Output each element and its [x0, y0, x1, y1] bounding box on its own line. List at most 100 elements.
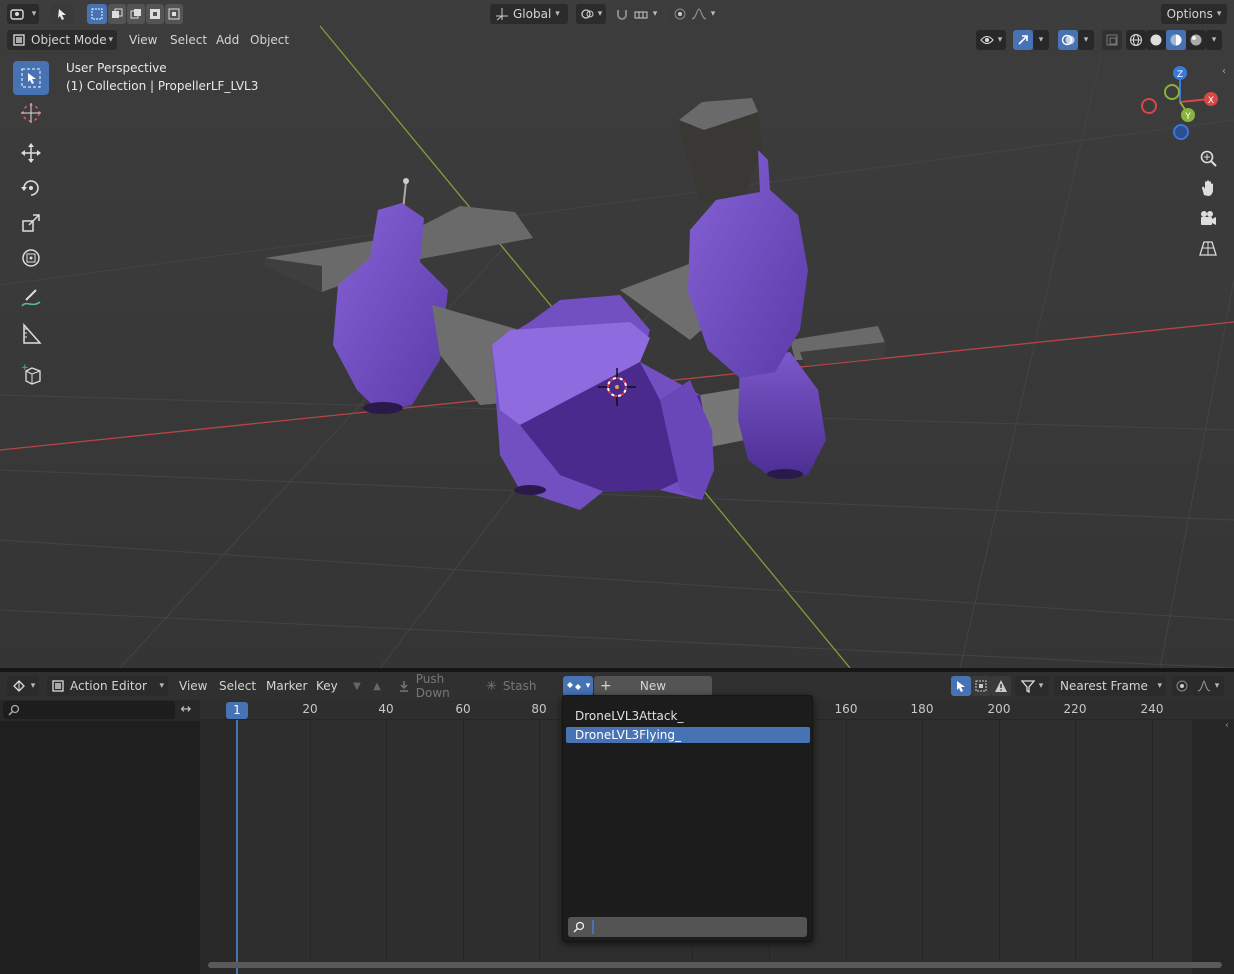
push-down-button[interactable]: Push Down — [393, 672, 481, 700]
menu-view[interactable]: View — [129, 28, 157, 52]
navigation-gizmo[interactable]: Z X Y — [1138, 62, 1222, 148]
rotate-tool[interactable] — [13, 171, 49, 205]
zoom-button[interactable] — [1196, 146, 1220, 170]
action-icon — [566, 682, 581, 690]
annotate-tool[interactable] — [13, 282, 49, 316]
magnet-icon — [616, 10, 627, 20]
eye-icon — [980, 36, 994, 44]
collection-label: (1) Collection | PropellerLF_LVL3 — [66, 79, 259, 93]
gizmo-toggle[interactable] — [1013, 30, 1033, 50]
cursor-arrow-icon — [58, 9, 66, 20]
browse-action-button[interactable]: ▾ — [563, 676, 593, 696]
xray-toggle[interactable] — [1102, 30, 1122, 50]
pivot-point-dropdown[interactable]: ▾ — [576, 4, 606, 24]
select-box-tool[interactable] — [13, 61, 49, 95]
overlays-dropdown[interactable]: ▾ — [1078, 30, 1094, 50]
prev-layer-button[interactable]: ▼ — [347, 676, 367, 696]
gizmo-neg-x[interactable] — [1141, 98, 1157, 114]
shading-dropdown[interactable]: ▾ — [1206, 30, 1222, 50]
new-action-button[interactable]: + New — [594, 676, 712, 696]
shading-solid-button[interactable] — [1146, 30, 1166, 50]
select-subtract-button[interactable] — [127, 4, 145, 24]
gizmo-neg-y[interactable] — [1164, 84, 1180, 100]
camera-view-button[interactable] — [1196, 206, 1220, 230]
select-box-icon — [21, 68, 41, 88]
select-invert-button[interactable] — [146, 4, 164, 24]
scene-canvas[interactable] — [0, 0, 1234, 668]
snap-increment-icon — [634, 11, 648, 19]
move-tool[interactable] — [13, 136, 49, 170]
menu-select[interactable]: Select — [170, 28, 207, 52]
shading-rendered-button[interactable] — [1186, 30, 1206, 50]
search-icon — [573, 921, 585, 933]
select-mode-tweak-button[interactable] — [51, 4, 73, 24]
only-selected-toggle[interactable] — [951, 676, 971, 696]
up-triangle-icon: ▲ — [373, 680, 381, 692]
rotate-icon — [21, 180, 39, 196]
object-mode-dropdown[interactable]: Object Mode ▾ — [7, 30, 117, 50]
hand-icon — [1202, 180, 1213, 196]
gizmo-dropdown[interactable]: ▾ — [1033, 30, 1049, 50]
object-visibility-dropdown[interactable]: ▾ — [976, 30, 1006, 50]
scale-tool[interactable] — [13, 206, 49, 240]
object-mode-icon — [13, 34, 25, 46]
snapping-dropdown[interactable]: Nearest Frame ▾ — [1054, 676, 1166, 696]
pan-button[interactable] — [1196, 176, 1220, 200]
snap-dropdown[interactable]: ▾ — [610, 4, 662, 24]
add-cube-tool[interactable]: + — [13, 357, 49, 391]
gizmo-neg-z[interactable] — [1173, 124, 1189, 140]
action-item[interactable]: DroneLVL3Attack_ — [566, 708, 810, 724]
ed-menu-select[interactable]: Select — [219, 674, 256, 698]
action-item-selected[interactable]: DroneLVL3Flying_ — [566, 727, 810, 743]
horizontal-scrollbar[interactable] — [208, 962, 1222, 968]
perspective-toggle-button[interactable] — [1196, 236, 1220, 260]
overlays-toggle[interactable] — [1058, 30, 1078, 50]
select-new-button[interactable] — [87, 4, 107, 24]
channel-region: ↔ — [0, 700, 200, 974]
filters-dropdown[interactable]: ▾ — [1015, 676, 1049, 696]
playhead-line[interactable] — [236, 720, 238, 974]
proportional-edit-icon — [1176, 680, 1188, 692]
stash-button[interactable]: ✳ Stash — [482, 676, 542, 696]
shading-wireframe-button[interactable] — [1126, 30, 1146, 50]
transform-orientation-dropdown[interactable]: Global ▾ — [490, 4, 568, 24]
ed-menu-key[interactable]: Key — [316, 674, 338, 698]
action-editor-icon — [52, 680, 64, 692]
wireframe-sphere-icon — [1130, 34, 1142, 46]
current-frame-indicator[interactable]: 1 — [226, 702, 248, 719]
swap-icon[interactable]: ↔ — [175, 701, 197, 719]
ed-proportional-toggle[interactable] — [1172, 676, 1192, 696]
action-browse-popup: DroneLVL3Attack_ DroneLVL3Flying_ — [562, 695, 813, 942]
only-errors-toggle[interactable] — [991, 676, 1011, 696]
show-hidden-toggle[interactable] — [971, 676, 991, 696]
sidebar-expand-icon[interactable]: ‹ — [1222, 66, 1226, 77]
transform-tool[interactable] — [13, 241, 49, 275]
pencil-icon — [21, 289, 41, 307]
camera-icon — [1201, 211, 1216, 225]
action-search-input[interactable] — [568, 917, 807, 937]
ed-menu-marker[interactable]: Marker — [266, 674, 307, 698]
perspective-label: User Perspective — [66, 61, 167, 75]
ruler-icon — [23, 323, 42, 344]
cursor-tool[interactable] — [13, 96, 49, 130]
plus-icon: + — [600, 678, 612, 694]
dotted-box-icon — [975, 680, 987, 692]
ed-menu-view[interactable]: View — [179, 674, 207, 698]
proportional-edit-dropdown[interactable]: ▾ — [668, 4, 720, 24]
3d-viewport[interactable]: ▾ Global ▾ ▾ ▾ ▾ Options ▾ Object Mode ▾ Vi… — [0, 0, 1234, 668]
channel-search-input[interactable] — [3, 701, 175, 719]
menu-object[interactable]: Object — [250, 28, 289, 52]
editor-type-button[interactable]: ▾ — [7, 676, 39, 696]
sidebar-expand-icon[interactable]: ‹ — [1225, 720, 1229, 731]
select-extend-button[interactable] — [108, 4, 126, 24]
select-intersect-button[interactable] — [165, 4, 183, 24]
next-layer-button[interactable]: ▲ — [367, 676, 387, 696]
editor-mode-dropdown[interactable]: Action Editor ▾ — [47, 676, 168, 696]
measure-tool[interactable] — [13, 317, 49, 351]
grid-perspective-icon — [1199, 241, 1217, 256]
options-dropdown[interactable]: Options ▾ — [1161, 4, 1227, 24]
editor-type-button[interactable]: ▾ — [7, 4, 39, 24]
menu-add[interactable]: Add — [216, 28, 239, 52]
ed-falloff-dropdown[interactable]: ▾ — [1192, 676, 1224, 696]
shading-material-button[interactable] — [1166, 30, 1186, 50]
